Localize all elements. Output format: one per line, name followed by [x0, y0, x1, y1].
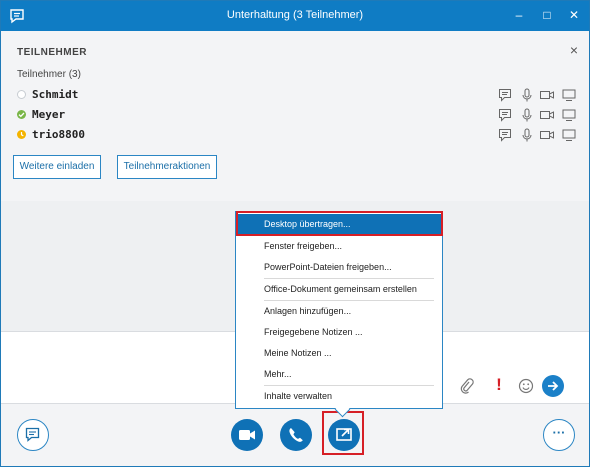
- emoji-icon[interactable]: [517, 377, 535, 395]
- menu-item-add-attachments[interactable]: Anlagen hinzufügen...: [236, 301, 442, 321]
- title-bar: Unterhaltung (3 Teilnehmer) – □ ✕: [1, 1, 589, 31]
- window-title: Unterhaltung (3 Teilnehmer): [226, 9, 364, 21]
- phone-button[interactable]: [280, 419, 312, 451]
- participants-header: TEILNEHMER: [17, 47, 87, 58]
- send-button[interactable]: [542, 375, 564, 397]
- menu-item-shared-notes[interactable]: Freigegebene Notizen ...: [236, 322, 442, 342]
- participant-actions-button[interactable]: Teilnehmeraktionen: [117, 155, 217, 179]
- im-button[interactable]: [17, 419, 49, 451]
- participant-row[interactable]: trio8800: [17, 127, 577, 145]
- menu-item-my-notes[interactable]: Meine Notizen ...: [236, 343, 442, 363]
- share-content-menu: Desktop übertragen... Fenster freigeben.…: [235, 211, 443, 409]
- desktop-item-highlight: [236, 211, 443, 236]
- participant-actions: [497, 107, 577, 123]
- participant-name: Meyer: [32, 108, 66, 121]
- menu-item-more[interactable]: Mehr...: [236, 364, 442, 384]
- chat-icon[interactable]: [497, 87, 513, 103]
- importance-icon[interactable]: !: [490, 376, 508, 394]
- participants-count: Teilnehmer (3): [17, 69, 81, 80]
- video-icon[interactable]: [539, 127, 555, 143]
- screen-icon[interactable]: [561, 107, 577, 123]
- presence-offline-icon: [17, 90, 26, 99]
- bottom-toolbar: ···: [1, 403, 589, 466]
- participant-name: trio8800: [32, 128, 85, 141]
- more-options-button[interactable]: ···: [543, 419, 575, 451]
- invite-more-button[interactable]: Weitere einladen: [13, 155, 101, 179]
- video-icon[interactable]: [539, 87, 555, 103]
- presence-away-icon: [17, 130, 26, 139]
- chat-icon[interactable]: [497, 127, 513, 143]
- microphone-icon[interactable]: [519, 87, 535, 103]
- participants-panel: TEILNEHMER × Teilnehmer (3) Schmidt Meye…: [1, 31, 589, 202]
- minimize-button[interactable]: –: [509, 5, 529, 25]
- maximize-button[interactable]: □: [537, 5, 557, 25]
- close-participants-button[interactable]: ×: [567, 43, 581, 57]
- microphone-icon[interactable]: [519, 127, 535, 143]
- screen-icon[interactable]: [561, 87, 577, 103]
- im-icon: [25, 427, 40, 442]
- share-button-highlight: [322, 411, 364, 455]
- send-icon: [548, 381, 559, 391]
- menu-item-share-powerpoint[interactable]: PowerPoint-Dateien freigeben...: [236, 257, 442, 277]
- microphone-icon[interactable]: [519, 107, 535, 123]
- phone-icon: [289, 428, 303, 442]
- participant-name: Schmidt: [32, 88, 79, 101]
- video-call-button[interactable]: [231, 419, 263, 451]
- attach-icon[interactable]: [458, 377, 476, 395]
- menu-item-coauthor-office[interactable]: Office-Dokument gemeinsam erstellen: [236, 279, 442, 299]
- presence-available-icon: [17, 110, 26, 119]
- chat-icon[interactable]: [497, 107, 513, 123]
- participant-row[interactable]: Schmidt: [17, 87, 577, 105]
- video-icon[interactable]: [539, 107, 555, 123]
- participant-row[interactable]: Meyer: [17, 107, 577, 125]
- menu-item-share-window[interactable]: Fenster freigeben...: [236, 236, 442, 256]
- participant-actions: [497, 87, 577, 103]
- screen-icon[interactable]: [561, 127, 577, 143]
- close-window-button[interactable]: ✕: [564, 5, 584, 25]
- menu-item-manage-content[interactable]: Inhalte verwalten: [236, 386, 442, 406]
- participant-actions: [497, 127, 577, 143]
- video-call-icon: [239, 430, 255, 440]
